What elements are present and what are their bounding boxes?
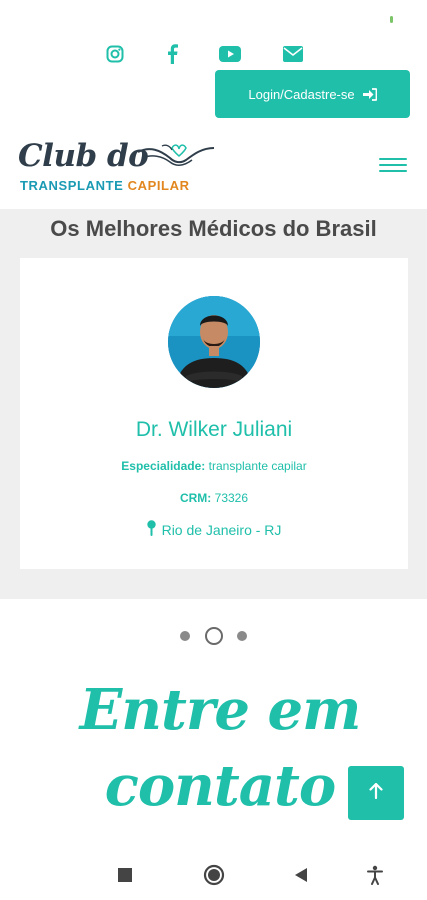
carousel-dot-2-active[interactable] xyxy=(205,627,223,645)
logo-line2-capilar: CAPILAR xyxy=(127,178,190,193)
logo-line2-transplante: TRANSPLANTE xyxy=(20,178,128,193)
carousel-dots xyxy=(0,627,427,645)
site-logo[interactable]: Club do TRANSPLANTE CAPILAR xyxy=(18,138,218,198)
login-button-label: Login/Cadastre-se xyxy=(248,86,355,102)
crm-label: CRM: xyxy=(179,491,212,505)
map-pin-icon xyxy=(146,520,156,539)
system-nav-bar xyxy=(0,850,427,900)
specialty-label: Especialidade: xyxy=(121,459,206,473)
doctor-card[interactable]: Dr. Wilker Juliani Especialidade: transp… xyxy=(20,258,408,569)
back-to-top-button[interactable] xyxy=(348,766,404,820)
login-register-button[interactable]: Login/Cadastre-se xyxy=(215,70,410,118)
location-text: Rio de Janeiro - RJ xyxy=(161,521,282,538)
home-circle-icon[interactable] xyxy=(199,860,229,890)
logo-line2: TRANSPLANTE CAPILAR xyxy=(20,178,190,193)
carousel-dot-1[interactable] xyxy=(180,631,190,641)
crm-value: 73326 xyxy=(214,491,249,505)
logo-line1: Club do xyxy=(18,138,149,174)
logo-hands-icon xyxy=(136,142,216,177)
doctor-specialty: Especialidade: transplante capilar xyxy=(20,459,408,473)
arrow-up-icon xyxy=(369,782,383,804)
youtube-icon[interactable] xyxy=(218,42,242,66)
contact-heading-line1: Entre em xyxy=(79,677,362,743)
email-icon[interactable] xyxy=(281,42,305,66)
doctor-name: Dr. Wilker Juliani xyxy=(135,418,293,441)
doctor-location: Rio de Janeiro - RJ xyxy=(20,520,408,539)
sign-in-icon xyxy=(362,87,377,101)
doctors-section: Os Melhores Médicos do Brasil Dr. Wilker… xyxy=(0,209,427,599)
facebook-icon[interactable] xyxy=(160,42,184,66)
doctor-crm: CRM: 73326 xyxy=(20,491,408,505)
social-links xyxy=(0,42,427,66)
contact-heading: Entre em contato xyxy=(60,672,380,824)
menu-hamburger-icon[interactable] xyxy=(379,158,407,176)
stop-square-icon[interactable] xyxy=(110,860,140,890)
back-triangle-icon[interactable] xyxy=(286,860,316,890)
instagram-icon[interactable] xyxy=(103,42,127,66)
section-title: Os Melhores Médicos do Brasil xyxy=(50,216,377,241)
specialty-value: transplante capilar xyxy=(208,459,307,473)
contact-heading-line2: contato xyxy=(104,753,337,819)
doctor-avatar xyxy=(168,296,260,388)
status-indicator xyxy=(390,16,393,23)
carousel-dot-3[interactable] xyxy=(237,631,247,641)
accessibility-icon[interactable] xyxy=(360,860,390,890)
